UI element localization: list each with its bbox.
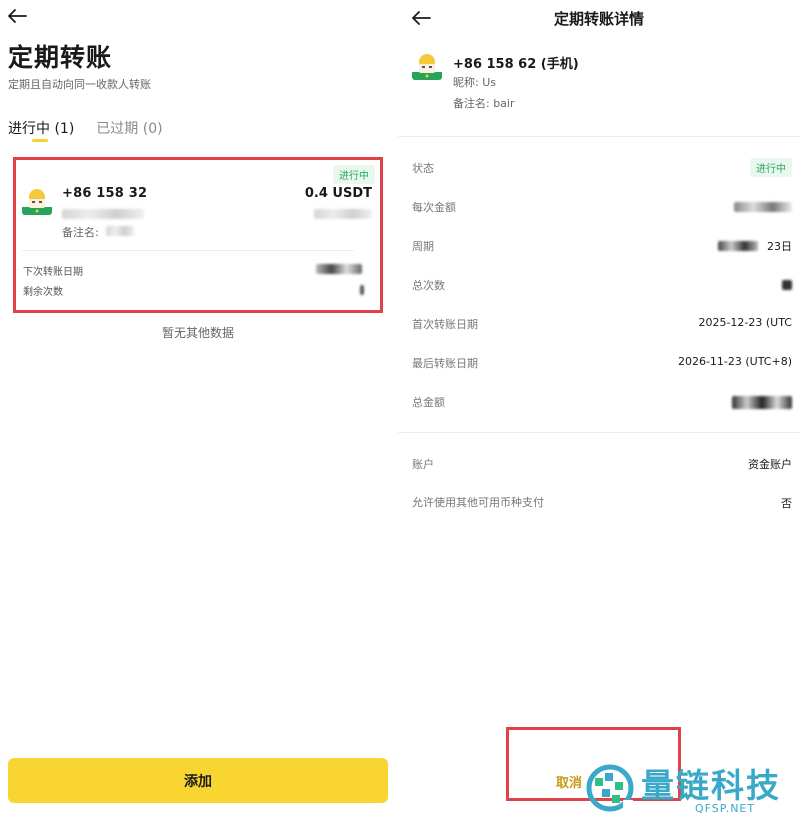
blurred-text bbox=[62, 209, 144, 219]
detail-row-first-date: 首次转账日期 2025-12-23 (UTC bbox=[412, 316, 792, 336]
avatar bbox=[22, 185, 52, 215]
blurred-text bbox=[106, 226, 134, 236]
row-label: 账户 bbox=[412, 458, 434, 471]
transfer-card[interactable]: 进行中 +86 158 32 0.4 USDT 备注名: 下次转账日期 剩余次数 bbox=[20, 165, 378, 309]
detail-row-status: 状态 进行中 bbox=[412, 158, 792, 180]
recipient-phone: +86 158 62 (手机) bbox=[453, 57, 579, 72]
blurred-text bbox=[734, 202, 792, 212]
divider bbox=[398, 432, 800, 433]
detail-row-account: 账户 资金账户 bbox=[412, 456, 792, 476]
tab-active-label: 进行中 (1) bbox=[8, 121, 75, 137]
row-label: 状态 bbox=[412, 162, 434, 175]
row-value: 否 bbox=[781, 497, 792, 510]
blurred-text bbox=[360, 285, 364, 295]
detail-row-allow-other-currency: 允许使用其他可用币种支付 否 bbox=[412, 492, 792, 536]
divider bbox=[398, 136, 800, 137]
row-label: 周期 bbox=[412, 240, 434, 253]
row-label: 每次金额 bbox=[412, 201, 456, 214]
row-value: 23日 bbox=[767, 240, 792, 253]
row-value: 2026-11-23 (UTC+8) bbox=[677, 355, 792, 368]
row-label: 最后转账日期 bbox=[412, 357, 478, 370]
blurred-text bbox=[732, 396, 792, 409]
row-label: 总次数 bbox=[412, 279, 445, 292]
card-amount: 0.4 USDT bbox=[304, 186, 372, 201]
row-value: 2025-12-23 (UTC bbox=[698, 316, 792, 329]
watermark-domain: QFSP.NET bbox=[695, 802, 756, 815]
page-title: 定期转账详情 bbox=[553, 10, 644, 28]
row-value: 资金账户 bbox=[748, 458, 792, 471]
cancel-button[interactable]: 取消 bbox=[556, 772, 582, 791]
card-phone: +86 158 32 bbox=[62, 186, 148, 201]
detail-row-last-date: 最后转账日期 2026-11-23 (UTC+8) bbox=[412, 355, 792, 375]
detail-row-cycle: 周期 23日 bbox=[412, 238, 792, 258]
tab-expired[interactable]: 已过期 (0) bbox=[96, 118, 162, 148]
detail-row-amount: 每次金额 bbox=[412, 199, 792, 219]
watermark-logo-icon bbox=[586, 764, 634, 812]
no-data-text: 暂无其他数据 bbox=[161, 326, 234, 340]
watermark: 量链科技 QFSP.NET bbox=[583, 758, 798, 818]
blurred-text bbox=[316, 264, 362, 274]
remaining-count-label: 剩余次数 bbox=[23, 287, 63, 298]
user-avatar-icon bbox=[22, 185, 52, 215]
back-arrow-icon[interactable] bbox=[6, 7, 28, 25]
recurring-transfer-list-screen: 定期转账 定期且自动向同一收款人转账 进行中 (1) 已过期 (0) 进行中 +… bbox=[0, 0, 396, 821]
status-badge: 进行中 bbox=[750, 158, 792, 177]
page-title: 定期转账 bbox=[8, 43, 113, 72]
row-label: 首次转账日期 bbox=[412, 318, 478, 331]
user-avatar-icon bbox=[412, 50, 442, 80]
watermark-name: 量链科技 bbox=[641, 766, 781, 805]
recipient-remark: 备注名: bair bbox=[453, 97, 515, 110]
blurred-text bbox=[314, 209, 372, 219]
blurred-text bbox=[782, 280, 792, 290]
tab-indicator bbox=[32, 139, 48, 142]
recipient-nickname: 昵称: Us bbox=[453, 76, 496, 89]
transfer-detail-screen: 定期转账详情 +86 158 62 (手机) 昵称: Us 备注名: bair … bbox=[398, 0, 800, 821]
page-subtitle: 定期且自动向同一收款人转账 bbox=[8, 78, 151, 91]
row-label: 总金额 bbox=[412, 396, 445, 409]
tab-bar: 进行中 (1) 已过期 (0) bbox=[8, 118, 163, 148]
row-label: 允许使用其他可用币种支付 bbox=[412, 496, 544, 509]
next-date-label: 下次转账日期 bbox=[23, 267, 83, 278]
blurred-text bbox=[718, 241, 758, 251]
avatar bbox=[412, 50, 442, 80]
detail-row-total-amount: 总金额 bbox=[412, 394, 792, 414]
card-remark: 备注名: bbox=[62, 226, 99, 239]
tab-active[interactable]: 进行中 (1) bbox=[8, 118, 74, 148]
tab-expired-label: 已过期 (0) bbox=[96, 121, 163, 137]
add-button[interactable]: 添加 bbox=[8, 758, 388, 803]
status-badge: 进行中 bbox=[333, 165, 375, 184]
detail-row-total-count: 总次数 bbox=[412, 277, 792, 297]
divider bbox=[22, 250, 354, 251]
